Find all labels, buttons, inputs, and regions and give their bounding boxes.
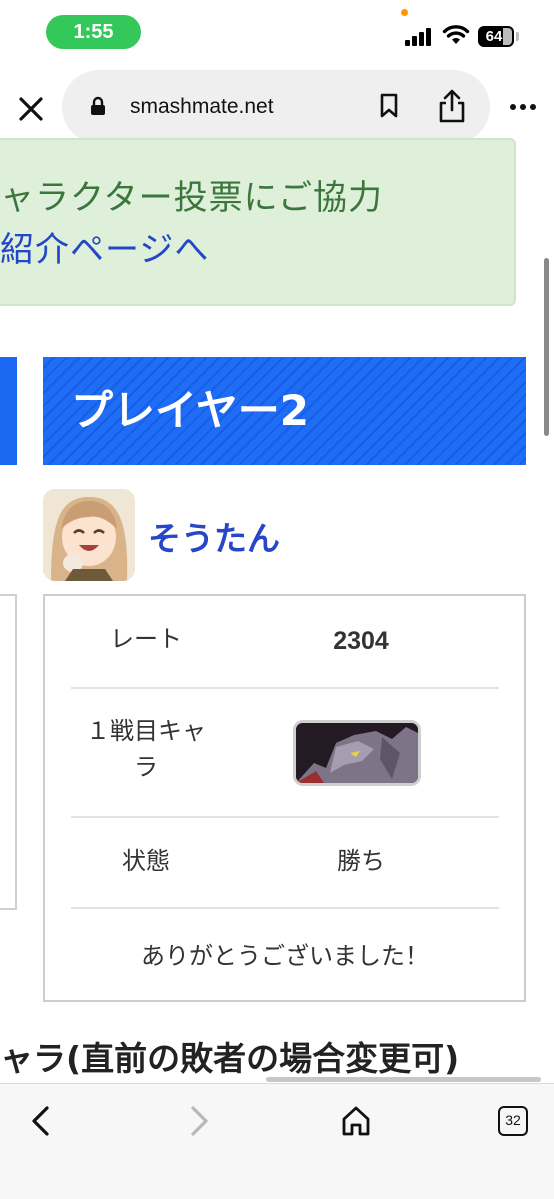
close-icon[interactable] xyxy=(14,92,48,126)
player-name-link[interactable]: そうたん xyxy=(148,512,280,560)
battery-level: 64 xyxy=(485,28,503,45)
rate-value: 2304 xyxy=(333,627,389,655)
rate-label: レート xyxy=(110,625,182,653)
avatar-image xyxy=(43,489,135,581)
battery-cap xyxy=(516,32,519,41)
thanks-message: ありがとうございました！ xyxy=(141,942,429,970)
forward-icon[interactable] xyxy=(186,1104,212,1138)
back-icon[interactable] xyxy=(28,1104,54,1138)
url-field[interactable]: smashmate.net xyxy=(62,70,490,144)
wifi-icon xyxy=(442,25,470,44)
bookmark-icon[interactable] xyxy=(378,92,400,120)
share-icon[interactable] xyxy=(436,88,468,124)
character-icon xyxy=(293,720,421,786)
notice-link[interactable]: 紹介ページへ xyxy=(0,222,209,271)
player2-header: プレイヤー2 xyxy=(43,357,526,465)
notice-text: ャラクター投票にご協力 xyxy=(0,178,383,218)
more-icon[interactable] xyxy=(508,102,538,114)
section-heading: ャラ(直前の敗者の場合変更可) xyxy=(0,1039,460,1078)
character-label-line1: １戦目キャ xyxy=(86,717,206,745)
character-label-line2: ラ xyxy=(134,753,158,781)
player2-title: プレイヤー2 xyxy=(71,386,309,435)
status-time: 1:55 xyxy=(46,15,141,49)
player2-stats-table: レート 2304 １戦目キャ ラ 状態 勝ち ありがとうございました！ xyxy=(43,594,526,1002)
scroll-indicator xyxy=(544,258,549,436)
privacy-indicator-dot xyxy=(401,9,408,16)
table-row: レート 2304 xyxy=(71,596,499,689)
table-row: 状態 勝ち xyxy=(71,818,499,909)
player1-stats-edge xyxy=(0,594,17,910)
status-value: 勝ち xyxy=(337,847,385,875)
browser-toolbar: 32 xyxy=(0,1083,554,1199)
home-icon[interactable] xyxy=(340,1104,372,1138)
toolbar-divider xyxy=(266,1077,541,1082)
player1-header-edge xyxy=(0,357,17,465)
battery-icon: 64 xyxy=(478,26,514,47)
url-text: smashmate.net xyxy=(130,95,274,118)
tabs-icon[interactable]: 32 xyxy=(498,1106,528,1136)
signal-icon xyxy=(405,28,435,46)
status-label: 状態 xyxy=(122,847,170,875)
status-bar: 1:55 64 xyxy=(0,0,554,62)
lock-icon xyxy=(91,96,105,115)
avatar[interactable] xyxy=(43,489,135,581)
